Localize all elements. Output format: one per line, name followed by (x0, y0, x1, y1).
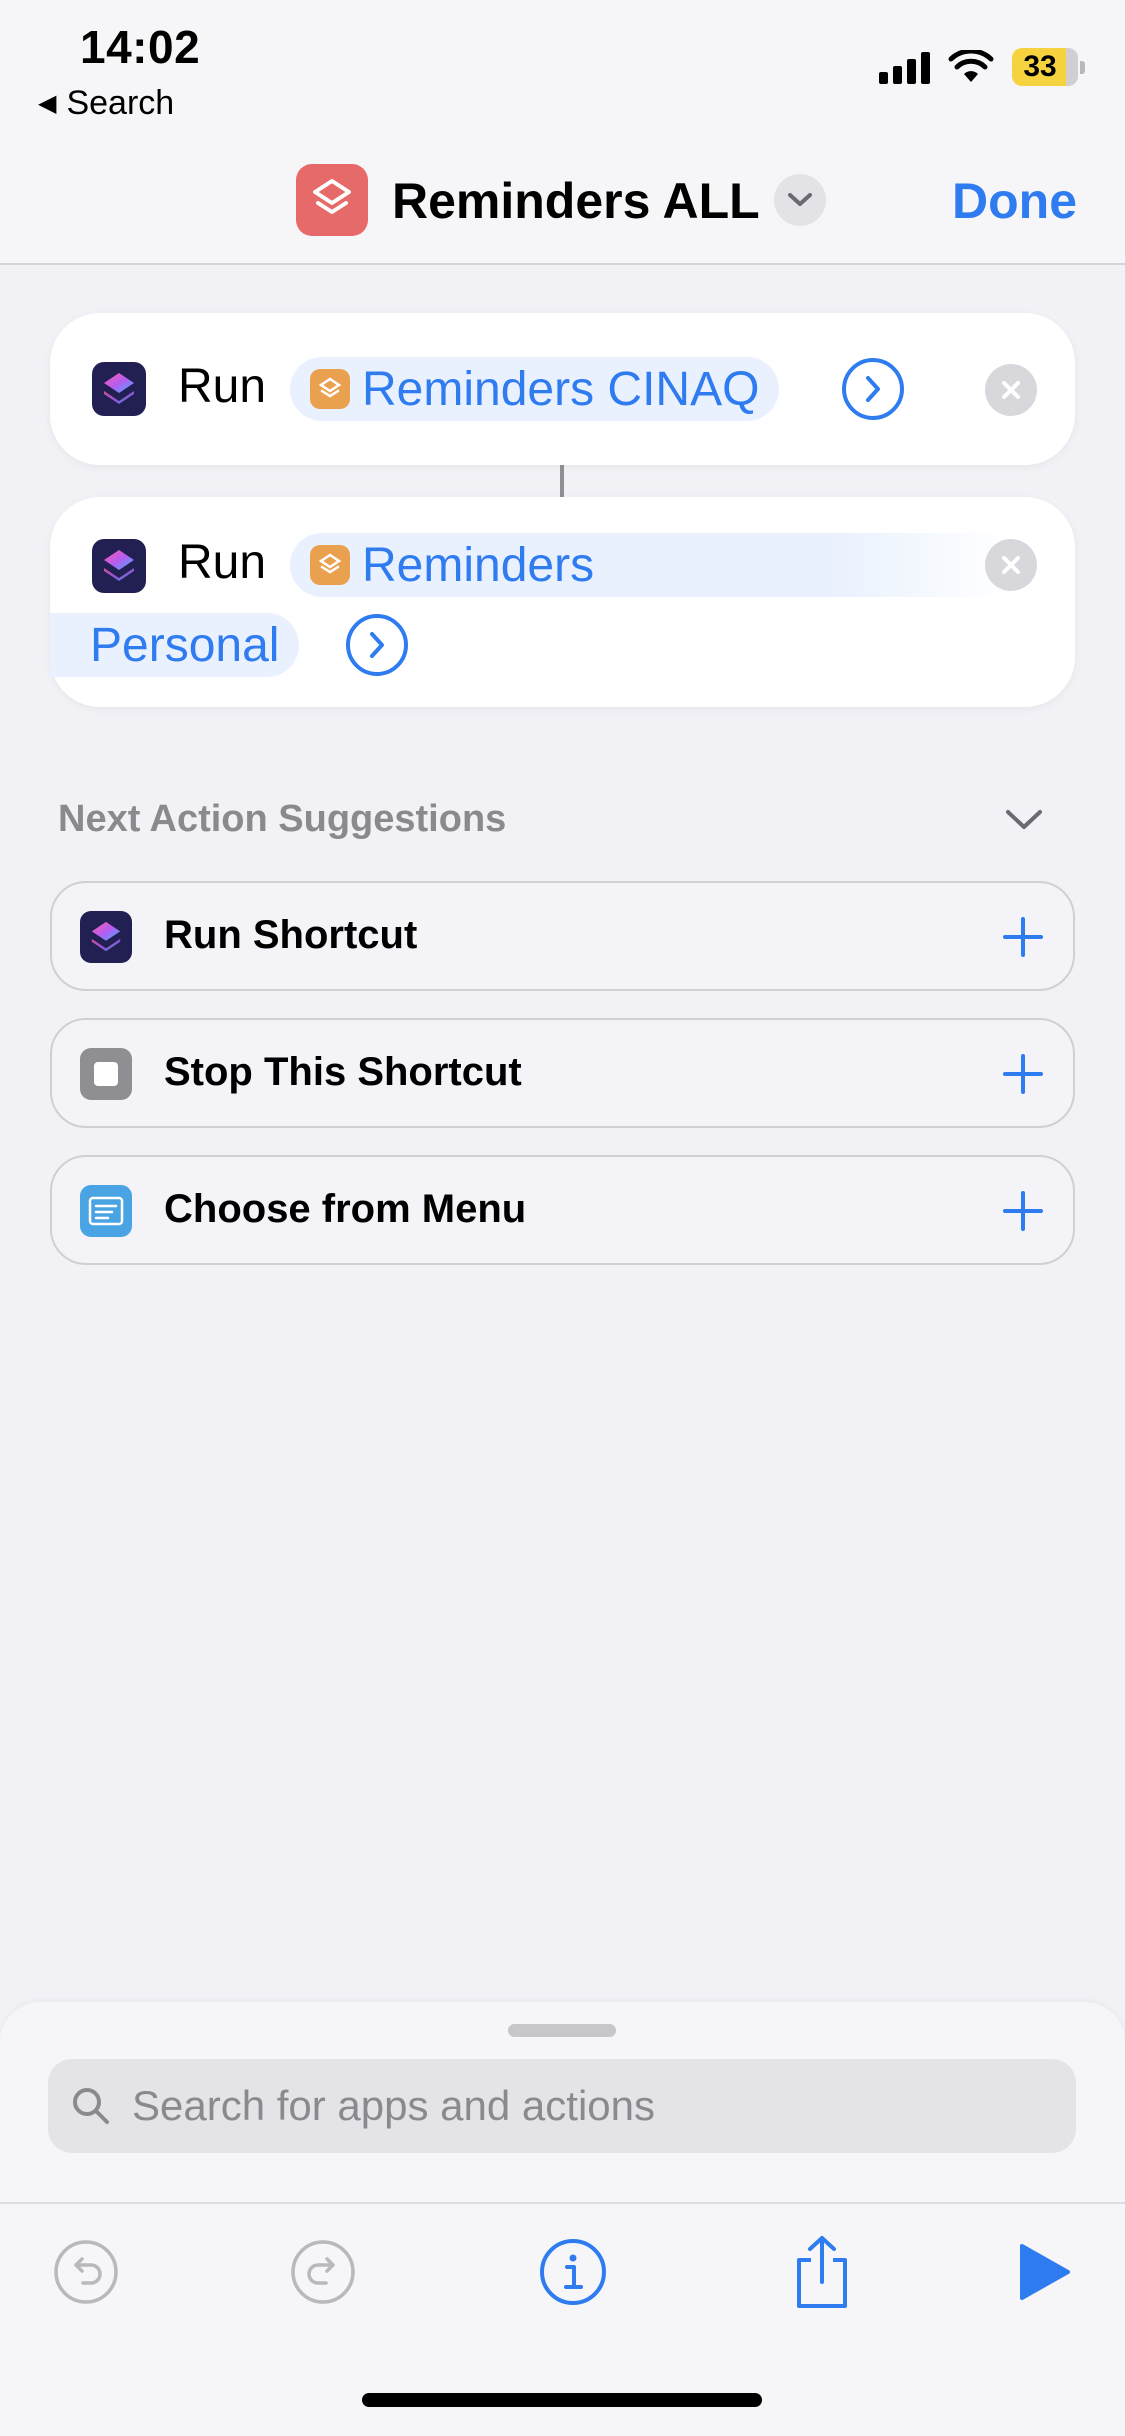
back-to-search-link[interactable]: ◀ Search (38, 84, 174, 123)
suggestion-stop-this-shortcut[interactable]: Stop This Shortcut (50, 1018, 1075, 1128)
suggestions-heading: Next Action Suggestions (58, 798, 507, 840)
shortcut-token-label: Reminders (362, 538, 595, 592)
action-verb: Run (178, 536, 267, 589)
shortcut-parameter-token[interactable]: Reminders (290, 533, 1010, 597)
suggestion-run-shortcut[interactable]: Run Shortcut (50, 881, 1075, 991)
expand-chevron-right-icon[interactable] (842, 358, 904, 420)
done-button[interactable]: Done (952, 172, 1077, 230)
shortcut-token-icon (310, 545, 350, 585)
battery-level: 33 (1023, 50, 1057, 83)
back-triangle-icon: ◀ (38, 90, 57, 117)
shortcut-parameter-token[interactable]: Reminders CINAQ (290, 357, 780, 421)
title-menu-chevron-icon[interactable] (774, 174, 826, 226)
shortcut-title[interactable]: Reminders ALL (392, 172, 760, 230)
suggestion-label: Choose from Menu (164, 1187, 527, 1231)
run-shortcut-action-card[interactable]: Run Reminders Personal (50, 497, 1075, 707)
shortcuts-layers-icon (313, 179, 351, 214)
shortcut-token-label-continued: Personal (90, 618, 280, 672)
search-icon (73, 2088, 109, 2124)
battery-icon: 33 (1012, 48, 1085, 86)
suggestion-label: Stop This Shortcut (164, 1050, 522, 1094)
menu-icon (80, 1185, 132, 1237)
back-label: Search (66, 84, 175, 122)
wifi-icon (948, 50, 994, 82)
expand-chevron-right-icon[interactable] (346, 614, 408, 676)
status-bar: 14:02 ◀ Search 33 (0, 0, 1125, 140)
share-icon[interactable] (784, 2234, 860, 2310)
shortcuts-icon (92, 362, 146, 416)
home-indicator[interactable] (362, 2393, 762, 2407)
signal-icon (879, 50, 930, 84)
action-connector-line (560, 465, 564, 497)
shortcuts-icon (80, 911, 132, 963)
shortcut-header: Reminders ALL Done (0, 140, 1125, 265)
add-plus-icon[interactable] (1001, 915, 1045, 959)
undo-icon[interactable] (48, 2234, 124, 2310)
shortcut-token-label: Reminders CINAQ (362, 362, 760, 416)
status-icons: 33 (879, 48, 1085, 86)
suggestion-label: Run Shortcut (164, 913, 418, 957)
play-icon[interactable] (1006, 2234, 1082, 2310)
remove-action-close-icon[interactable] (985, 364, 1037, 416)
shortcut-parameter-token-continued[interactable]: Personal (50, 613, 300, 677)
search-placeholder: Search for apps and actions (132, 2082, 655, 2129)
info-icon[interactable] (535, 2234, 611, 2310)
add-plus-icon[interactable] (1001, 1189, 1045, 1233)
search-input[interactable]: Search for apps and actions (48, 2059, 1076, 2153)
collapse-suggestions-chevron-icon[interactable] (1004, 808, 1044, 837)
stop-icon (80, 1048, 132, 1100)
actions-bottom-sheet: Search for apps and actions (0, 2002, 1125, 2202)
redo-icon[interactable] (285, 2234, 361, 2310)
remove-action-close-icon[interactable] (985, 539, 1037, 591)
shortcut-app-icon[interactable] (296, 164, 368, 236)
sheet-grabber-handle[interactable] (508, 2024, 616, 2037)
run-shortcut-action-card[interactable]: Run Reminders CINAQ (50, 313, 1075, 465)
shortcuts-icon (92, 539, 146, 593)
shortcut-token-icon (310, 369, 350, 409)
suggestion-choose-from-menu[interactable]: Choose from Menu (50, 1155, 1075, 1265)
status-time: 14:02 (80, 21, 201, 73)
add-plus-icon[interactable] (1001, 1052, 1045, 1096)
action-verb: Run (178, 360, 267, 413)
